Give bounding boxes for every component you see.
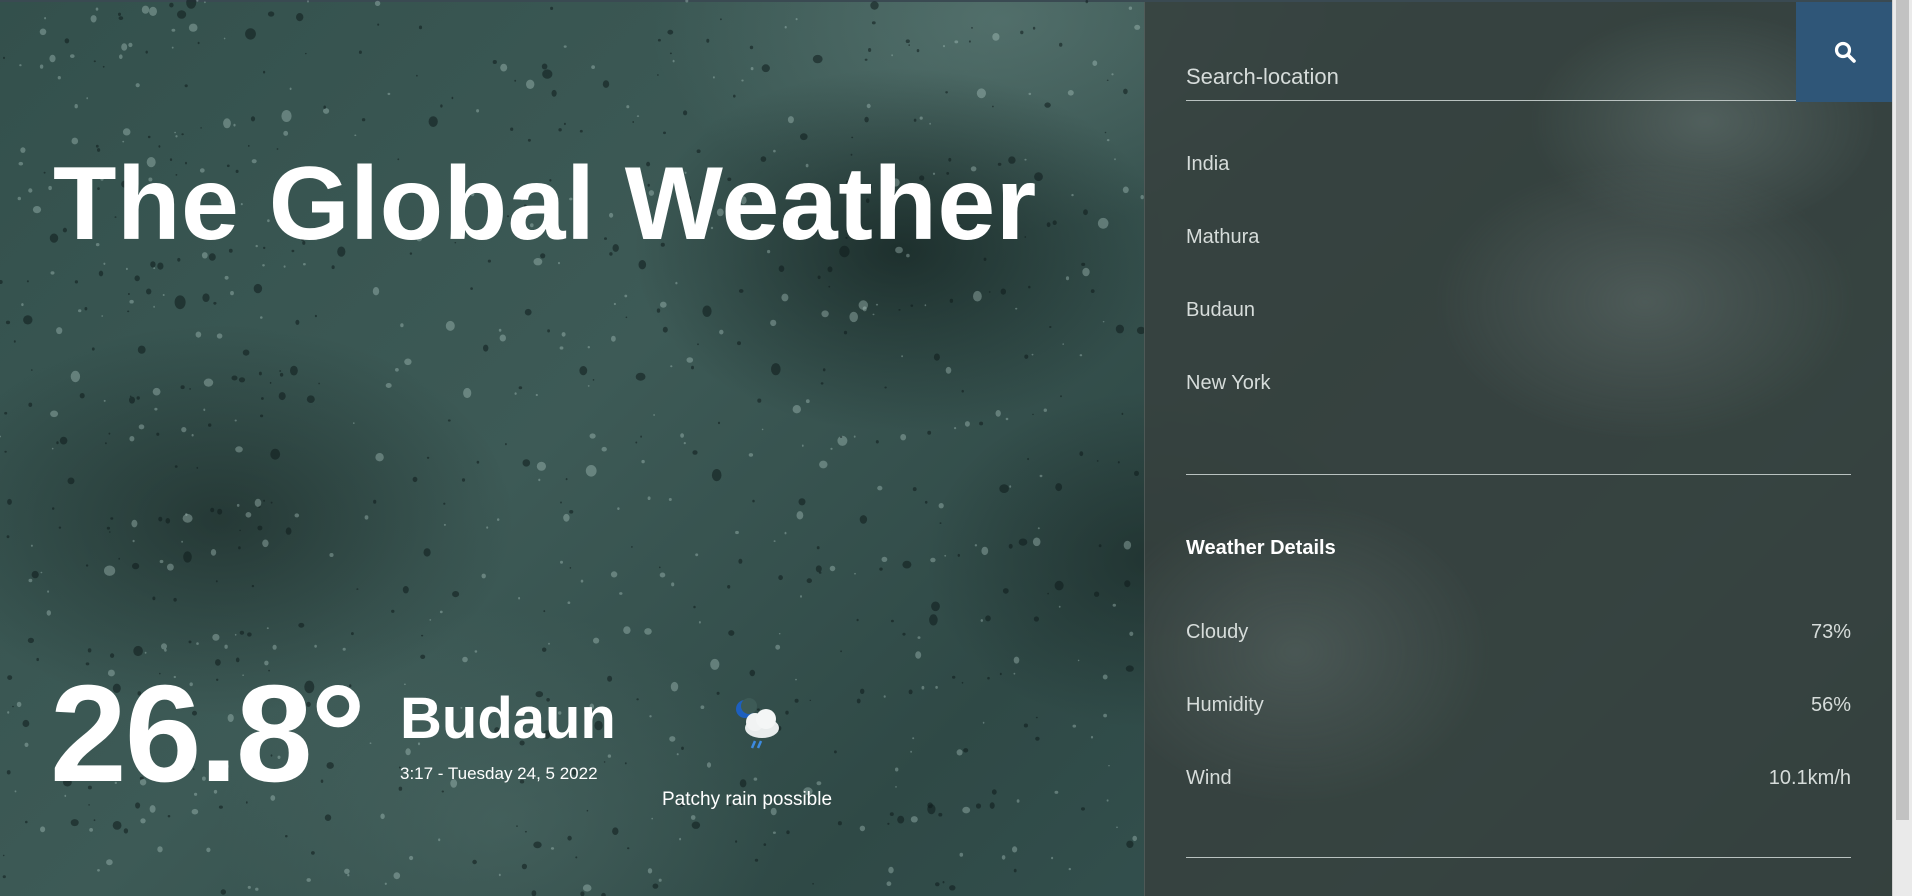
current-weather: 26.8° Budaun 3:17 - Tuesday 24, 5 2022 P… bbox=[50, 657, 950, 811]
moon-cloud-rain-icon bbox=[736, 698, 779, 749]
scrollbar[interactable] bbox=[1892, 0, 1912, 896]
scrollbar-thumb[interactable] bbox=[1896, 0, 1909, 820]
search-button[interactable] bbox=[1796, 2, 1894, 102]
location-item-new-york[interactable]: New York bbox=[1186, 371, 1851, 444]
weather-details-list: Cloudy 73% Humidity 56% Wind 10.1km/h bbox=[1186, 620, 1851, 839]
detail-label: Cloudy bbox=[1186, 621, 1249, 643]
detail-value: 56% bbox=[1810, 694, 1851, 716]
detail-row-cloudy: Cloudy 73% bbox=[1186, 620, 1851, 693]
details-title: Weather Details bbox=[1186, 537, 1336, 559]
search-icon bbox=[1834, 41, 1856, 63]
location-item-mathura[interactable]: Mathura bbox=[1186, 225, 1851, 298]
detail-value: 73% bbox=[1810, 621, 1851, 643]
condition-text: Patchy rain possible bbox=[662, 789, 833, 810]
temperature: 26.8° bbox=[50, 657, 366, 811]
search-input[interactable] bbox=[1186, 54, 1796, 101]
date-time: 3:17 - Tuesday 24, 5 2022 bbox=[400, 764, 598, 783]
detail-label: Humidity bbox=[1186, 694, 1264, 716]
detail-row-wind: Wind 10.1km/h bbox=[1186, 766, 1851, 839]
location-item-budaun[interactable]: Budaun bbox=[1186, 298, 1851, 371]
side-panel: India Mathura Budaun New York Weather De… bbox=[1144, 2, 1894, 896]
city-name: Budaun bbox=[400, 686, 616, 751]
brand-title: The Global Weather bbox=[53, 146, 1037, 262]
weather-app: The Global Weather 26.8° Budaun 3:17 - T… bbox=[0, 0, 1912, 896]
detail-row-humidity: Humidity 56% bbox=[1186, 693, 1851, 766]
search-bar bbox=[1186, 2, 1894, 102]
city-time-block: Budaun 3:17 - Tuesday 24, 5 2022 bbox=[400, 690, 616, 784]
location-list: India Mathura Budaun New York bbox=[1186, 152, 1851, 444]
divider bbox=[1186, 857, 1851, 858]
location-item-india[interactable]: India bbox=[1186, 152, 1851, 225]
divider bbox=[1186, 474, 1851, 475]
main-area: The Global Weather 26.8° Budaun 3:17 - T… bbox=[0, 0, 1144, 896]
detail-label: Wind bbox=[1186, 767, 1232, 789]
detail-value: 10.1km/h bbox=[1768, 767, 1851, 789]
